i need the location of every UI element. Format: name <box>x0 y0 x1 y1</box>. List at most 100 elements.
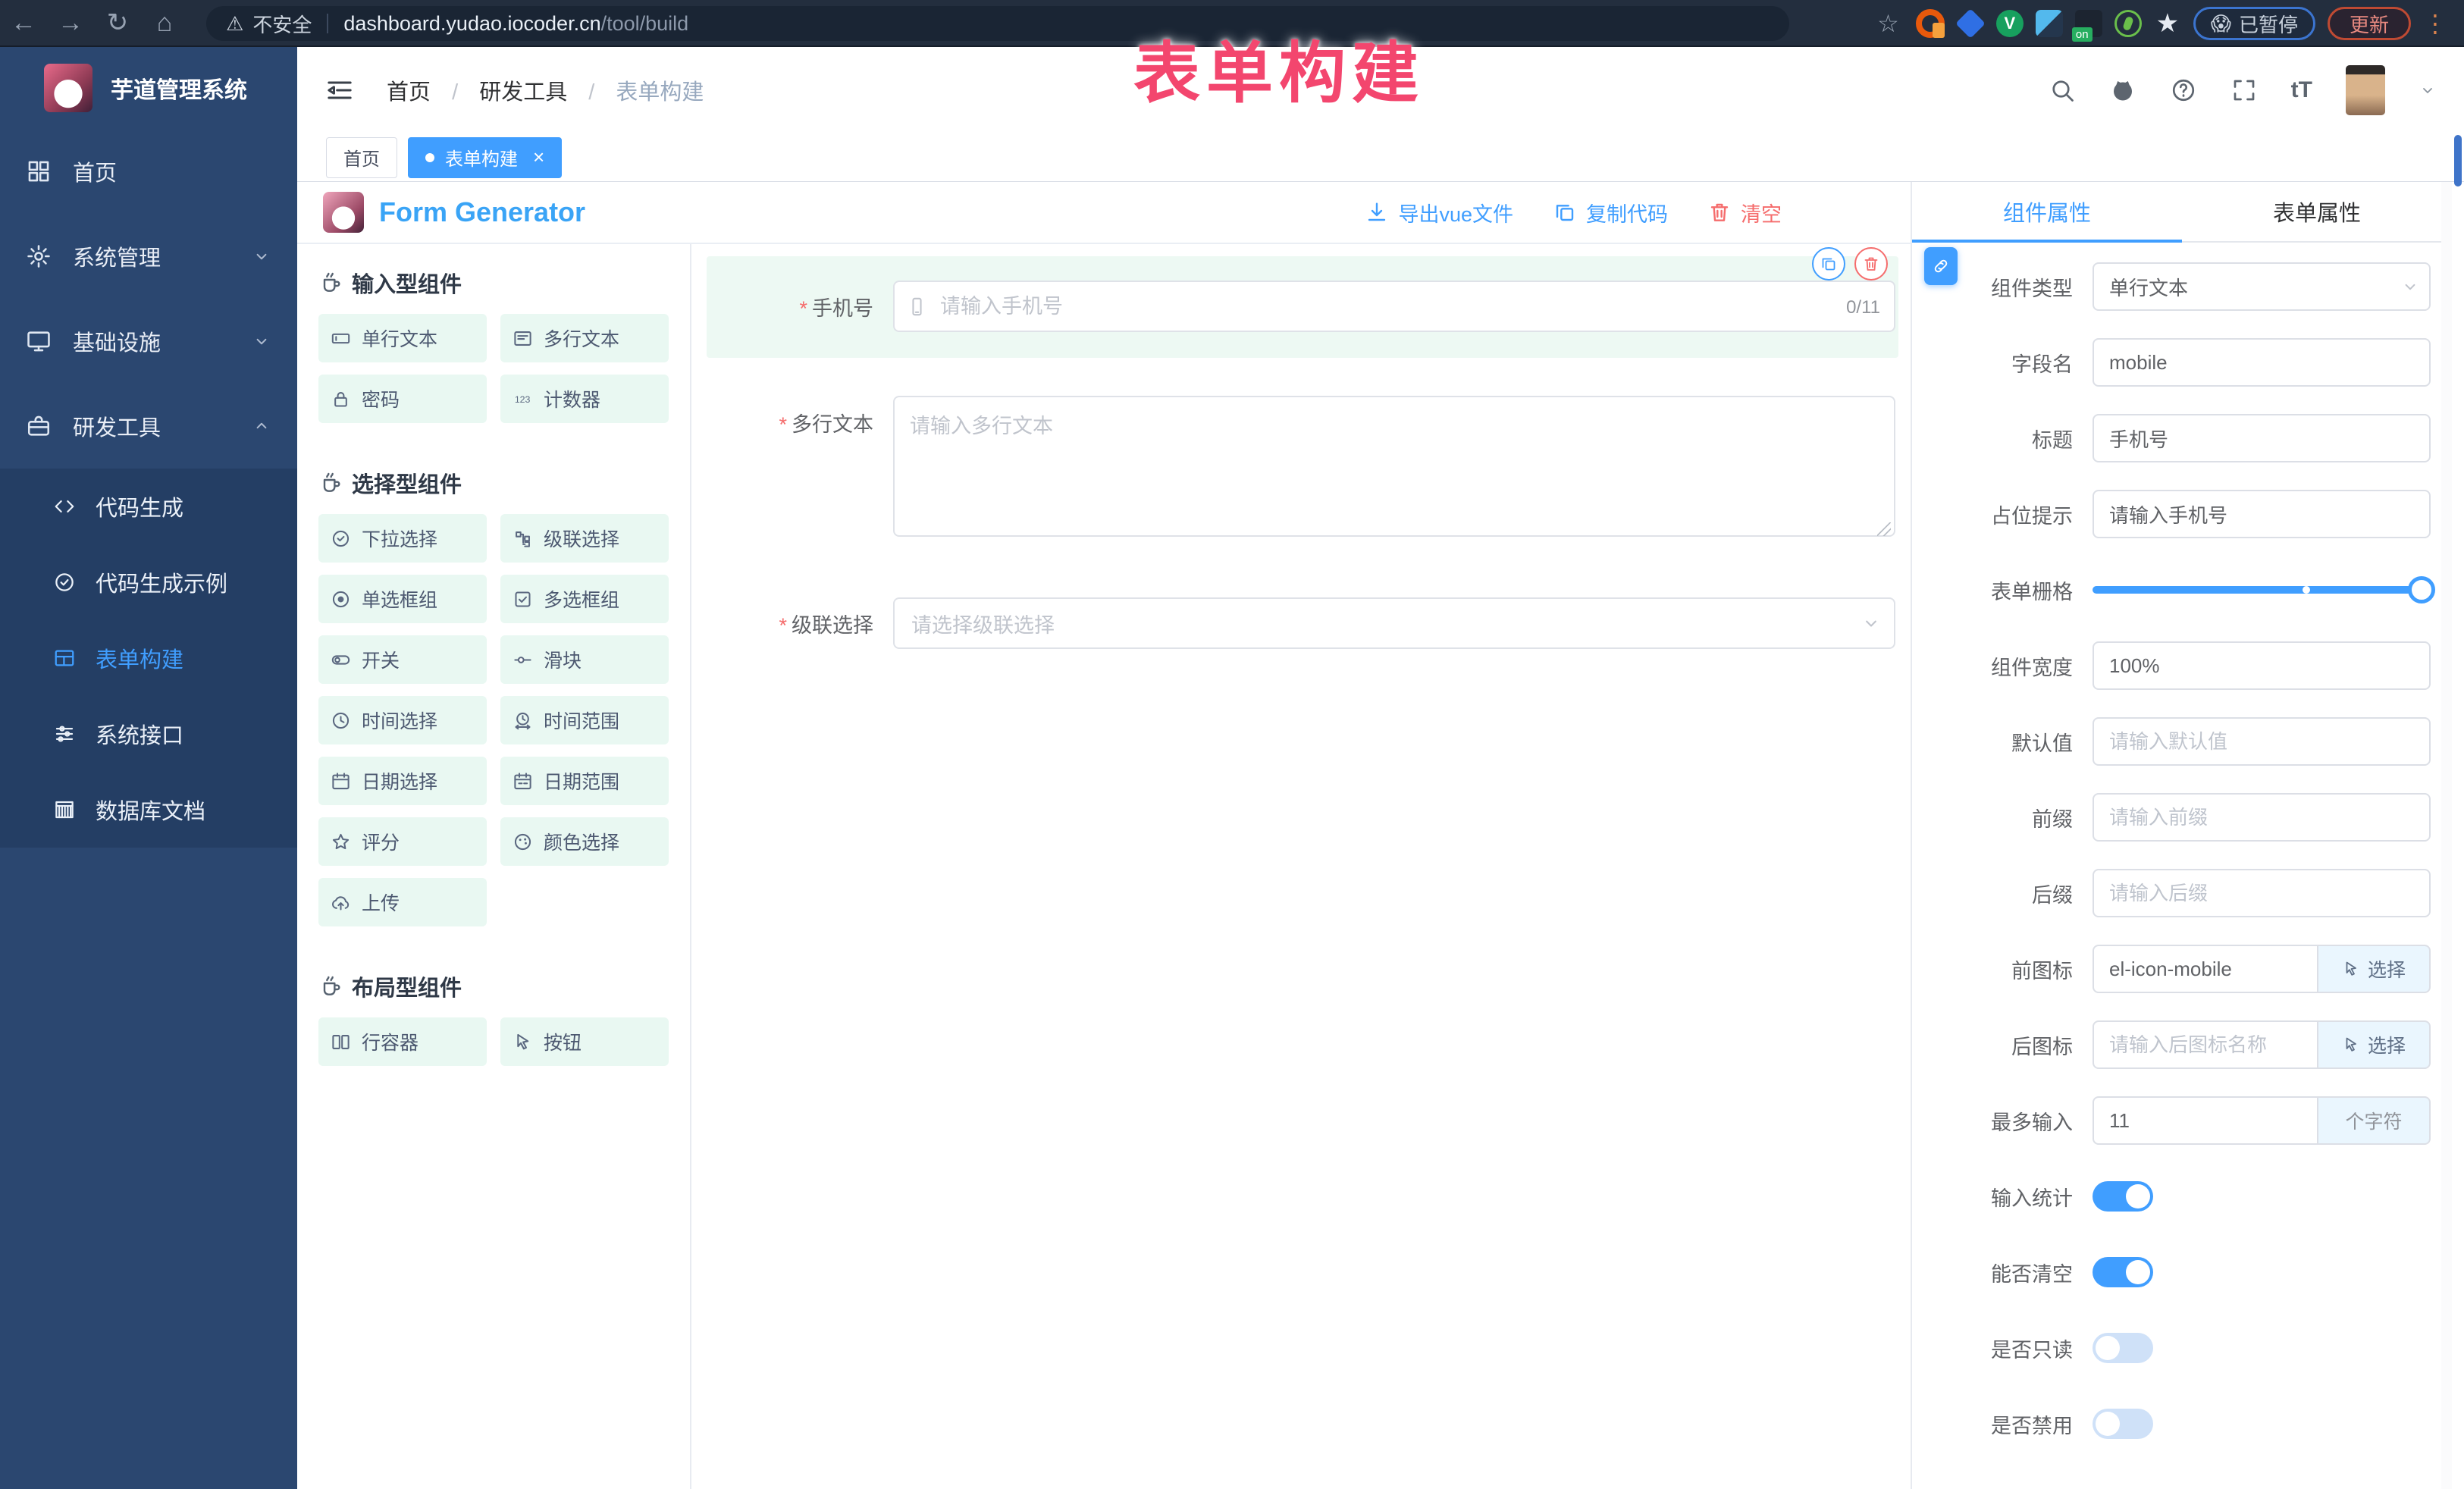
extension-icon[interactable]: ★ <box>2154 10 2181 37</box>
font-size-icon[interactable]: tT <box>2291 77 2312 103</box>
drawer-toggle-button[interactable] <box>1924 247 1958 285</box>
sidebar-item-home[interactable]: 首页 <box>0 129 297 214</box>
resize-grip-icon[interactable] <box>1877 522 1891 536</box>
textarea-input[interactable] <box>893 396 1895 537</box>
palette-item-color-picker[interactable]: 颜色选择 <box>500 817 669 866</box>
extension-icon[interactable] <box>2075 10 2102 37</box>
prefix-icon-select-button[interactable]: 选择 <box>2318 945 2431 993</box>
extension-icon[interactable]: V <box>1996 10 2024 37</box>
breadcrumb-home[interactable]: 首页 <box>387 80 431 105</box>
chevron-down-icon[interactable] <box>2419 81 2437 99</box>
show-count-toggle[interactable] <box>2093 1181 2153 1212</box>
close-tab-icon[interactable]: × <box>533 146 544 169</box>
maxlength-input[interactable] <box>2093 1096 2318 1145</box>
suffix-input[interactable] <box>2093 869 2431 917</box>
export-vue-button[interactable]: 导出vue文件 <box>1365 198 1513 227</box>
sidebar-item-codegen-demo[interactable]: 代码生成示例 <box>0 544 297 620</box>
sidebar-item-infra[interactable]: 基础设施 <box>0 299 297 384</box>
sidebar-item-form-builder[interactable]: 表单构建 <box>0 620 297 696</box>
cascader-select[interactable]: 请选择级联选择 <box>893 597 1895 649</box>
required-mark: * <box>779 413 787 436</box>
sidebar-item-api[interactable]: 系统接口 <box>0 696 297 772</box>
palette-item-textarea[interactable]: 多行文本 <box>500 314 669 362</box>
palette-item-time-picker[interactable]: 时间选择 <box>318 696 487 744</box>
field-name-input[interactable] <box>2093 338 2431 387</box>
extension-icon[interactable] <box>1916 9 1945 38</box>
prefix-input[interactable] <box>2093 793 2431 842</box>
github-icon[interactable] <box>2109 77 2136 104</box>
palette-item-checkbox-group[interactable]: 多选框组 <box>500 575 669 623</box>
palette-item-upload[interactable]: 上传 <box>318 878 487 926</box>
sidebar-item-db-doc[interactable]: 数据库文档 <box>0 772 297 848</box>
panel-scrollbar[interactable] <box>2441 182 2452 1489</box>
palette-item-select[interactable]: 下拉选择 <box>318 514 487 563</box>
generator-title: Form Generator <box>379 196 585 228</box>
prefix-icon-input[interactable] <box>2093 945 2318 993</box>
sidebar-item-system[interactable]: 系统管理 <box>0 214 297 299</box>
palette-item-slider[interactable]: 滑块 <box>500 635 669 684</box>
delete-component-button[interactable] <box>1854 247 1888 281</box>
mobile-input[interactable] <box>893 281 1895 332</box>
extension-icon[interactable] <box>2114 10 2142 37</box>
palette-item-date-range[interactable]: 日期范围 <box>500 757 669 805</box>
sidebar-item-codegen[interactable]: 代码生成 <box>0 469 297 544</box>
extension-icon[interactable] <box>2036 10 2063 37</box>
field-suffix-icon: 后图标 选择 <box>1912 1020 2452 1069</box>
suffix-icon-select-button[interactable]: 选择 <box>2318 1020 2431 1069</box>
copy-code-button[interactable]: 复制代码 <box>1553 198 1668 227</box>
bookmark-star-icon[interactable]: ☆ <box>1877 9 1899 38</box>
component-type-select[interactable]: 单行文本 <box>2093 262 2431 311</box>
update-button[interactable]: 更新 <box>2328 7 2411 40</box>
palette-item-radio-group[interactable]: 单选框组 <box>318 575 487 623</box>
avatar[interactable] <box>2346 65 2385 115</box>
link-icon <box>1931 256 1951 276</box>
browser-menu-icon[interactable]: ⋮ <box>2423 9 2447 38</box>
palette-item-input-text[interactable]: 单行文本 <box>318 314 487 362</box>
palette-item-password[interactable]: 密码 <box>318 375 487 423</box>
disabled-toggle[interactable] <box>2093 1409 2153 1439</box>
search-icon[interactable] <box>2049 77 2076 104</box>
tab-home[interactable]: 首页 <box>326 137 397 178</box>
readonly-toggle[interactable] <box>2093 1333 2153 1363</box>
fullscreen-icon[interactable] <box>2230 77 2258 104</box>
component-width-input[interactable] <box>2093 641 2431 690</box>
palette-item-row-container[interactable]: 行容器 <box>318 1017 487 1066</box>
slider-track[interactable] <box>2093 586 2431 594</box>
palette-item-rate[interactable]: 评分 <box>318 817 487 866</box>
tab-form-props[interactable]: 表单属性 <box>2182 182 2452 241</box>
address-bar[interactable]: ⚠ 不安全 dashboard.yudao.iocoder.cn /tool/b… <box>206 6 1789 41</box>
extension-icon[interactable] <box>1955 8 1986 39</box>
duplicate-component-button[interactable] <box>1812 247 1845 281</box>
browser-forward-icon[interactable]: → <box>47 8 94 38</box>
sidebar-logo-row[interactable]: 芋道管理系统 <box>0 47 297 129</box>
paused-label: 已暂停 <box>2239 10 2298 38</box>
tab-form-builder[interactable]: 表单构建 × <box>408 137 562 178</box>
palette-item-date-picker[interactable]: 日期选择 <box>318 757 487 805</box>
sidebar-item-label: 系统接口 <box>96 718 183 750</box>
default-value-input[interactable] <box>2093 717 2431 766</box>
palette-item-button[interactable]: 按钮 <box>500 1017 669 1066</box>
form-grid-slider[interactable] <box>2093 566 2431 614</box>
browser-home-icon[interactable]: ⌂ <box>141 8 188 38</box>
slider-handle[interactable] <box>2408 576 2435 603</box>
collapse-sidebar-icon[interactable] <box>324 75 355 105</box>
insecure-label[interactable]: 不安全 <box>252 10 312 38</box>
clearable-toggle[interactable] <box>2093 1257 2153 1287</box>
field-placeholder-input[interactable] <box>2093 490 2431 538</box>
palette-item-cascader[interactable]: 级联选择 <box>500 514 669 563</box>
browser-reload-icon[interactable]: ↻ <box>94 8 141 38</box>
paused-badge[interactable]: 😱 已暂停 <box>2193 7 2315 40</box>
suffix-icon-input[interactable] <box>2093 1020 2318 1069</box>
scrollbar-thumb[interactable] <box>2454 135 2462 187</box>
breadcrumb-devtools[interactable]: 研发工具 <box>479 80 567 105</box>
pointer-icon <box>513 1032 533 1052</box>
palette-item-switch[interactable]: 开关 <box>318 635 487 684</box>
clear-button[interactable]: 清空 <box>1707 198 1782 227</box>
browser-back-icon[interactable]: ← <box>0 8 47 38</box>
field-title-input[interactable] <box>2093 414 2431 462</box>
tab-component-props[interactable]: 组件属性 <box>1912 182 2182 241</box>
palette-item-counter[interactable]: 计数器 <box>500 375 669 423</box>
palette-item-time-range[interactable]: 时间范围 <box>500 696 669 744</box>
help-icon[interactable] <box>2170 77 2197 104</box>
sidebar-item-devtools[interactable]: 研发工具 <box>0 384 297 469</box>
